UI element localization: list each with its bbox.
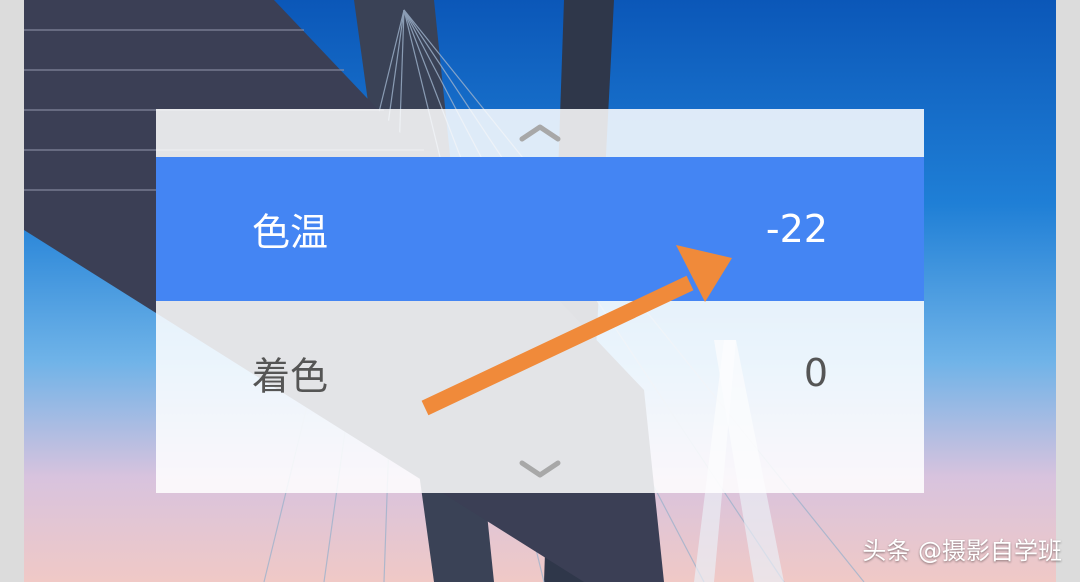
annotation-arrow-icon — [421, 245, 732, 416]
watermark: 头条 @摄影自学班 — [862, 537, 1062, 565]
